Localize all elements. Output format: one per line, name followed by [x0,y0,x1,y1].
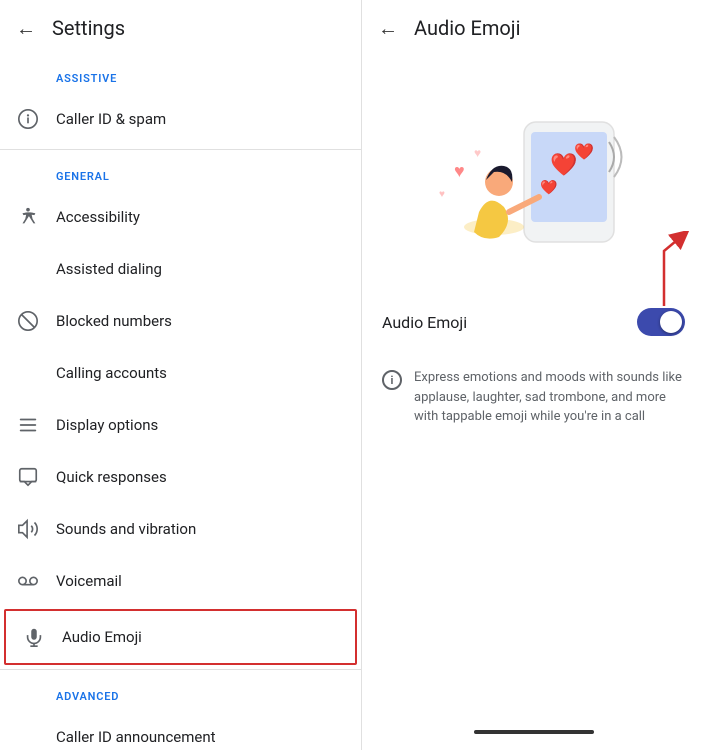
settings-item-calling-accounts[interactable]: Calling accounts [0,347,361,399]
settings-item-caller-id-announcement[interactable]: Caller ID announcement [0,711,361,750]
toggle-section: Audio Emoji [378,296,689,364]
settings-list: ASSISTIVE Caller ID & spam GENERAL A [0,56,361,750]
blocked-numbers-label: Blocked numbers [56,312,172,330]
description-text: Express emotions and moods with sounds l… [414,368,685,427]
settings-item-quick-responses[interactable]: Quick responses [0,451,361,503]
right-panel: ← Audio Emoji ❤️ ❤️ ❤️ [362,0,705,750]
assisted-dialing-label: Assisted dialing [56,260,162,278]
caller-id-label: Caller ID & spam [56,110,166,128]
calling-accounts-label: Calling accounts [56,364,167,382]
settings-item-voicemail[interactable]: Voicemail [0,555,361,607]
svg-text:❤️: ❤️ [540,179,558,196]
bottom-bar [474,730,594,734]
svg-text:❤️: ❤️ [574,142,594,161]
voicemail-label: Voicemail [56,572,122,590]
svg-text:♥: ♥ [474,146,481,160]
right-back-button[interactable]: ← [378,16,398,41]
svg-text:♥: ♥ [439,189,445,200]
illustration-area: ❤️ ❤️ ❤️ ♥ ♥ ♥ [378,72,689,272]
audio-emoji-icon [22,625,46,649]
accessibility-label: Accessibility [56,208,140,226]
settings-item-assisted-dialing[interactable]: Assisted dialing [0,243,361,295]
blocked-numbers-icon [16,309,40,333]
settings-item-audio-emoji[interactable]: Audio Emoji [4,609,357,665]
description-row: i Express emotions and moods with sounds… [378,364,689,431]
settings-item-blocked-numbers[interactable]: Blocked numbers [0,295,361,347]
left-back-button[interactable]: ← [16,16,36,41]
toggle-row: Audio Emoji [378,296,689,348]
section-label-general: GENERAL [0,154,361,191]
svg-text:♥: ♥ [454,161,465,182]
section-label-advanced: ADVANCED [0,674,361,711]
right-header: ← Audio Emoji [362,0,705,56]
quick-responses-label: Quick responses [56,468,167,486]
right-content: ❤️ ❤️ ❤️ ♥ ♥ ♥ [362,56,705,722]
toggle-label: Audio Emoji [382,313,467,332]
left-title: Settings [52,16,125,40]
quick-responses-icon [16,465,40,489]
toggle-knob [660,311,682,333]
left-panel: ← Settings ASSISTIVE Caller ID & spam GE… [0,0,362,750]
settings-item-display-options[interactable]: Display options [0,399,361,451]
divider-1 [0,149,361,150]
caller-id-icon [16,107,40,131]
voicemail-icon [16,569,40,593]
display-options-icon [16,413,40,437]
settings-item-accessibility[interactable]: Accessibility [0,191,361,243]
divider-2 [0,669,361,670]
info-icon: i [382,370,402,390]
settings-item-caller-id-spam[interactable]: Caller ID & spam [0,93,361,145]
section-label-assistive: ASSISTIVE [0,56,361,93]
right-title: Audio Emoji [414,16,520,40]
caller-id-announcement-label: Caller ID announcement [56,728,216,746]
sounds-vibration-label: Sounds and vibration [56,520,196,538]
accessibility-icon [16,205,40,229]
display-options-label: Display options [56,416,158,434]
sounds-vibration-icon [16,517,40,541]
settings-item-sounds-vibration[interactable]: Sounds and vibration [0,503,361,555]
audio-emoji-label: Audio Emoji [62,628,142,646]
audio-emoji-toggle[interactable] [637,308,685,336]
left-header: ← Settings [0,0,361,56]
